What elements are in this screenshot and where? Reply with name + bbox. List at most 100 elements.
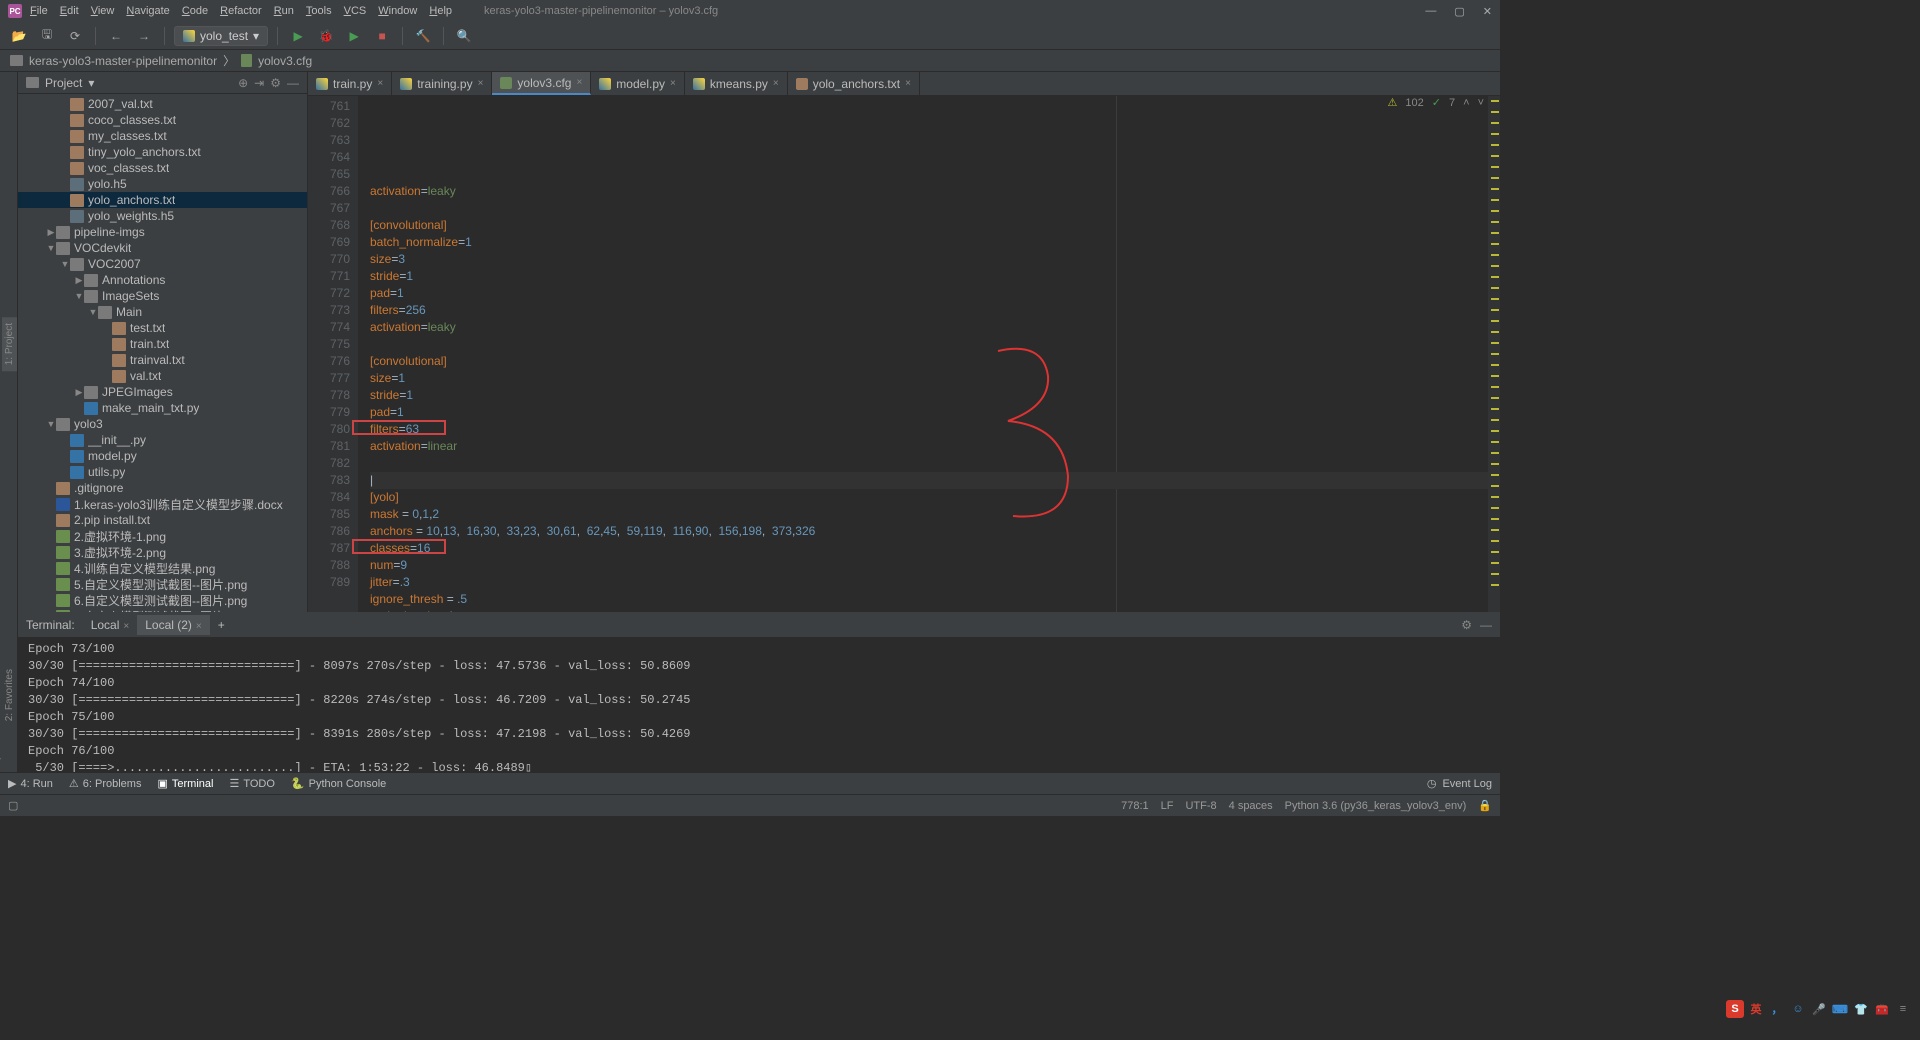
save-icon[interactable]: 🖫 (36, 25, 58, 47)
search-icon[interactable]: 🔍 (453, 25, 475, 47)
add-terminal-button[interactable]: + (218, 618, 225, 632)
menu-navigate[interactable]: Navigate (126, 5, 169, 17)
project-tree[interactable]: 2007_val.txtcoco_classes.txtmy_classes.t… (18, 94, 307, 612)
tab-favorites[interactable]: 2: Favorites (2, 663, 17, 727)
menu-window[interactable]: Window (378, 5, 417, 17)
tree-item[interactable]: ▶pipeline-imgs (18, 224, 307, 240)
hide-icon[interactable]: — (1480, 618, 1492, 632)
tree-item[interactable]: make_main_txt.py (18, 400, 307, 416)
debug-icon[interactable]: 🐞 (315, 25, 337, 47)
tree-item[interactable]: ▼VOC2007 (18, 256, 307, 272)
coverage-icon[interactable]: ▶ (343, 25, 365, 47)
tree-item[interactable]: 5.自定义模型测试截图--图片.png (18, 576, 307, 592)
tool-problems[interactable]: ⚠6: Problems (69, 777, 142, 790)
close-icon[interactable]: × (478, 78, 484, 89)
locate-icon[interactable]: ⊕ (238, 76, 248, 90)
tree-item[interactable]: tiny_yolo_anchors.txt (18, 144, 307, 160)
show-tool-windows-icon[interactable]: ▢ (8, 799, 18, 812)
tree-item[interactable]: ▼Main (18, 304, 307, 320)
tree-item[interactable]: __init__.py (18, 432, 307, 448)
tree-item[interactable]: .gitignore (18, 480, 307, 496)
code-content[interactable]: activation=leaky [convolutional]batch_no… (358, 96, 1488, 612)
tree-item[interactable]: model.py (18, 448, 307, 464)
tool-todo[interactable]: ☰TODO (229, 777, 274, 790)
tree-item[interactable]: trainval.txt (18, 352, 307, 368)
tree-item[interactable]: voc_classes.txt (18, 160, 307, 176)
run-icon[interactable]: ▶ (287, 25, 309, 47)
tree-item[interactable]: ▼ImageSets (18, 288, 307, 304)
maximize-icon[interactable]: ▢ (1454, 5, 1464, 18)
ime-skin-icon[interactable]: 👕 (1852, 1000, 1870, 1018)
tree-item[interactable]: val.txt (18, 368, 307, 384)
menu-help[interactable]: Help (429, 5, 452, 17)
tree-item[interactable]: my_classes.txt (18, 128, 307, 144)
ime-voice-icon[interactable]: 🎤 (1810, 1000, 1828, 1018)
close-icon[interactable]: × (123, 621, 129, 632)
tree-item[interactable]: test.txt (18, 320, 307, 336)
open-icon[interactable]: 📂 (8, 25, 30, 47)
run-config-dropdown[interactable]: yolo_test ▾ (174, 26, 268, 46)
terminal-output[interactable]: Epoch 73/100 30/30 [====================… (18, 637, 1500, 772)
close-icon[interactable]: × (377, 78, 383, 89)
breadcrumb-file[interactable]: yolov3.cfg (258, 54, 312, 68)
cursor-position[interactable]: 778:1 (1121, 800, 1149, 812)
close-icon[interactable]: × (670, 78, 676, 89)
interpreter[interactable]: Python 3.6 (py36_keras_yolov3_env) (1285, 800, 1467, 812)
minimize-icon[interactable]: — (1425, 5, 1436, 18)
tree-item[interactable]: 2007_val.txt (18, 96, 307, 112)
error-stripe[interactable] (1488, 96, 1500, 612)
gear-icon[interactable]: ⚙ (270, 76, 281, 90)
editor-tab[interactable]: yolo_anchors.txt× (788, 72, 920, 95)
build-icon[interactable]: 🔨 (412, 25, 434, 47)
editor-tab[interactable]: yolov3.cfg× (492, 72, 591, 95)
line-ending[interactable]: LF (1161, 800, 1174, 812)
tool-run[interactable]: ▶4: Run (8, 777, 53, 790)
tree-item[interactable]: 4.训练自定义模型结果.png (18, 560, 307, 576)
tool-event-log[interactable]: Event Log (1442, 778, 1492, 790)
tree-item[interactable]: ▶JPEGImages (18, 384, 307, 400)
tree-item[interactable]: 1.keras-yolo3训练自定义模型步骤.docx (18, 496, 307, 512)
stop-icon[interactable]: ■ (371, 25, 393, 47)
tool-python-console[interactable]: 🐍Python Console (291, 777, 386, 790)
indent[interactable]: 4 spaces (1229, 800, 1273, 812)
lock-icon[interactable]: 🔒 (1478, 799, 1492, 812)
editor-tab[interactable]: model.py× (591, 72, 685, 95)
editor-tab[interactable]: training.py× (392, 72, 492, 95)
editor-tab[interactable]: train.py× (308, 72, 392, 95)
close-icon[interactable]: ✕ (1483, 5, 1492, 18)
ime-lang[interactable]: 英 (1747, 1000, 1765, 1018)
menu-file[interactable]: File (30, 5, 48, 17)
menu-run[interactable]: Run (274, 5, 294, 17)
chevron-down-icon[interactable]: ▾ (88, 76, 94, 90)
tool-terminal[interactable]: ▣Terminal (157, 777, 213, 790)
sogou-icon[interactable]: S (1726, 1000, 1744, 1018)
ime-punct-icon[interactable]: ， (1768, 1000, 1786, 1018)
close-icon[interactable]: × (576, 77, 582, 88)
ime-emoji-icon[interactable]: ☺ (1789, 1000, 1807, 1018)
ime-tool-icon[interactable]: 🧰 (1873, 1000, 1891, 1018)
tree-item[interactable]: ▼yolo3 (18, 416, 307, 432)
terminal-tab[interactable]: Local× (83, 615, 138, 635)
close-icon[interactable]: × (196, 621, 202, 632)
ime-keyboard-icon[interactable]: ⌨ (1831, 1000, 1849, 1018)
editor-tab[interactable]: kmeans.py× (685, 72, 788, 95)
terminal-tab[interactable]: Local (2)× (137, 615, 210, 635)
menu-vcs[interactable]: VCS (344, 5, 367, 17)
menu-edit[interactable]: Edit (60, 5, 79, 17)
tree-item[interactable]: coco_classes.txt (18, 112, 307, 128)
tree-item[interactable]: 6.自定义模型测试截图--图片.png (18, 592, 307, 608)
tree-item[interactable]: yolo_weights.h5 (18, 208, 307, 224)
tree-item[interactable]: ▶Annotations (18, 272, 307, 288)
tree-item[interactable]: ▼VOCdevkit (18, 240, 307, 256)
tree-item[interactable]: 3.虚拟环境-2.png (18, 544, 307, 560)
gear-icon[interactable]: ⚙ (1461, 618, 1472, 632)
tree-item[interactable]: 2.pip install.txt (18, 512, 307, 528)
tree-item[interactable]: train.txt (18, 336, 307, 352)
menu-view[interactable]: View (91, 5, 115, 17)
back-icon[interactable]: ← (105, 25, 127, 47)
editor-body[interactable]: 7617627637647657667677687697707717727737… (308, 96, 1500, 612)
tree-item[interactable]: 2.虚拟环境-1.png (18, 528, 307, 544)
menu-code[interactable]: Code (182, 5, 208, 17)
collapse-icon[interactable]: ⇥ (254, 76, 264, 90)
close-icon[interactable]: × (905, 78, 911, 89)
